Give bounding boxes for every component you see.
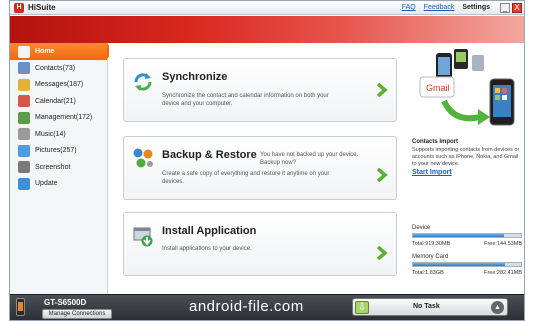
device-storage-label: Device <box>412 225 431 231</box>
faq-link[interactable]: FAQ <box>402 4 416 11</box>
hisuite-logo-icon: H <box>14 3 24 13</box>
main-content: Synchronize Synchronize the contact and … <box>109 43 409 294</box>
sidebar-item-pictures[interactable]: Pictures(257) <box>10 143 107 160</box>
right-panel: Gmail Contacts Import Supports importing… <box>410 43 524 294</box>
sidebar-item-contacts[interactable]: Contacts(73) <box>10 60 107 77</box>
sidebar-item-music[interactable]: Music(14) <box>10 126 107 143</box>
sidebar-item-label: Screenshot <box>35 163 71 171</box>
sidebar-item-screenshot[interactable]: Screenshot <box>10 159 107 176</box>
music-icon <box>18 128 30 141</box>
title-links: FAQ Feedback Settings <box>396 4 490 11</box>
home-icon <box>18 45 30 58</box>
sidebar-item-calendar[interactable]: Calendar(21) <box>10 93 107 110</box>
settings-link[interactable]: Settings <box>462 4 490 11</box>
sidebar-item-home[interactable]: Home <box>10 43 113 60</box>
backup-restore-arrow-icon[interactable] <box>376 168 388 182</box>
sidebar-item-label: Calendar(21) <box>35 97 76 105</box>
backup-reminder: You have not backed up your device. Back… <box>260 152 359 166</box>
close-button[interactable]: X <box>512 3 522 13</box>
install-application-card[interactable]: Install Application Install applications… <box>123 212 397 276</box>
device-total: Total:919.30MB <box>412 241 451 247</box>
device-phone-icon <box>16 298 25 316</box>
contacts-icon <box>18 62 30 75</box>
sidebar-item-management[interactable]: Management(172) <box>10 110 107 127</box>
backup-icon <box>133 148 153 168</box>
sidebar-item-label: Music(14) <box>35 130 66 138</box>
sidebar: Home Contacts(73) Messages(187) Calendar(21… <box>10 43 113 294</box>
backup-restore-card[interactable]: Backup & Restore You have not backed up … <box>123 136 397 200</box>
backup-restore-description: Create a safe copy of everything and res… <box>162 171 330 185</box>
minimize-button[interactable]: _ <box>500 3 510 13</box>
memory-card-stats: Total:1.83GB Free:282.41MB <box>412 270 522 276</box>
install-application-arrow-icon[interactable] <box>376 246 388 260</box>
memory-card-bar <box>412 262 522 267</box>
sidebar-item-label: Messages(187) <box>35 81 84 89</box>
manage-connections-button[interactable]: Manage Connections <box>42 309 112 319</box>
screenshot-icon <box>18 161 30 174</box>
title-bar: H HiSuite FAQ Feedback Settings _ X <box>10 1 524 15</box>
calendar-icon <box>18 95 30 108</box>
sidebar-item-update[interactable]: Update <box>10 176 107 193</box>
synchronize-title: Synchronize <box>162 71 228 83</box>
memory-card-label: Memory Card <box>412 254 449 260</box>
sidebar-item-label: Update <box>35 180 58 188</box>
sync-icon <box>134 73 152 91</box>
sidebar-item-label: Contacts(73) <box>35 64 76 72</box>
memory-total: Total:1.83GB <box>412 270 444 276</box>
backup-restore-title: Backup & Restore <box>162 149 257 161</box>
sidebar-item-label: Home <box>35 48 55 55</box>
synchronize-card[interactable]: Synchronize Synchronize the contact and … <box>123 58 397 122</box>
device-storage-stats: Total:919.30MB Free:144.53MB <box>412 241 522 247</box>
device-free: Free:144.53MB <box>484 241 522 247</box>
hisuite-window: H HiSuite FAQ Feedback Settings _ X Home… <box>9 0 525 321</box>
synchronize-arrow-icon[interactable] <box>376 83 388 97</box>
app-title: HiSuite <box>28 3 56 12</box>
management-icon <box>18 111 30 124</box>
contacts-import-title: Contacts Import <box>412 139 459 145</box>
install-icon <box>133 227 153 247</box>
sidebar-item-label: Management(172) <box>35 114 93 122</box>
sidebar-item-messages[interactable]: Messages(187) <box>10 77 107 94</box>
download-icon: ⇩ <box>355 301 369 314</box>
update-icon <box>18 177 30 190</box>
contacts-import-illustration: Gmail <box>419 49 515 126</box>
memory-card-fill <box>413 263 505 266</box>
install-application-description: Install applications to your device. <box>162 246 252 252</box>
device-storage-fill <box>413 234 504 237</box>
synchronize-description: Synchronize the contact and calendar inf… <box>162 93 329 107</box>
watermark: android-file.com <box>189 298 304 315</box>
device-name: GT-S6500D <box>44 298 87 307</box>
header-banner <box>10 16 524 43</box>
install-application-title: Install Application <box>162 225 257 237</box>
start-import-link[interactable]: Start Import <box>412 169 452 176</box>
messages-icon <box>18 78 30 91</box>
task-status-text: No Task <box>413 303 440 310</box>
contacts-import-description: Supports importing contacts from devices… <box>412 147 520 167</box>
sidebar-item-label: Pictures(257) <box>35 147 77 155</box>
feedback-link[interactable]: Feedback <box>424 4 455 11</box>
pictures-icon <box>18 144 30 157</box>
device-storage-bar <box>412 233 522 238</box>
task-status-bar[interactable]: ⇩ No Task ▲ <box>352 298 508 316</box>
memory-free: Free:282.41MB <box>484 270 522 276</box>
expand-tasks-icon[interactable]: ▲ <box>491 301 504 314</box>
svg-text:Gmail: Gmail <box>426 83 450 93</box>
